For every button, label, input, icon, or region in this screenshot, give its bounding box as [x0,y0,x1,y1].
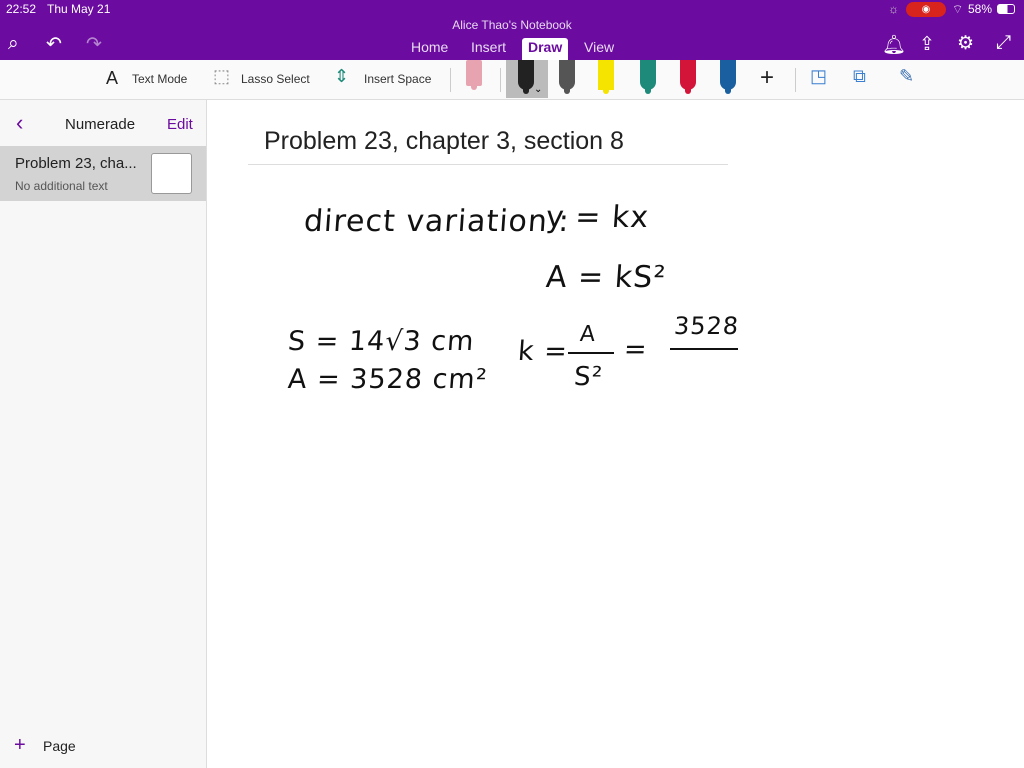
status-time: 22:52 [6,2,37,16]
page-title[interactable]: Problem 23, chapter 3, section 8 [264,127,624,156]
pen-red[interactable] [680,60,696,94]
page-thumbnail [151,153,192,194]
wifi-icon: ⌔ [952,2,964,16]
lasso-select-button[interactable]: Lasso Select [241,72,310,86]
battery-level: 58% [968,2,993,16]
section-title: Numerade [65,116,136,133]
page-item-subtitle: No additional text [15,179,108,193]
ink-fraction-bar [568,352,614,354]
ink-k-denominator: S² [572,362,604,392]
add-page-icon[interactable]: + [14,734,26,757]
pen-gray[interactable] [559,60,575,94]
insert-space-icon: ⇕ [334,66,350,86]
brightness-icon: ☼ [888,2,899,16]
chevron-down-icon[interactable]: ⌄ [534,84,542,95]
highlighter-yellow[interactable] [598,60,614,94]
ink-y-kx: y = kx [544,200,651,235]
ink-replay-icon[interactable]: ✎ [899,66,914,87]
divider [795,68,796,92]
ink-k-numerator: A [579,322,597,347]
tab-draw[interactable]: Draw [522,38,569,60]
battery-icon [997,4,1015,14]
tab-insert[interactable]: Insert [465,38,512,60]
ink-k-lhs: k = [516,336,569,367]
ink-given-s: S = 14√3 cm [286,326,476,357]
tab-view[interactable]: View [578,38,620,60]
tab-home[interactable]: Home [405,38,454,60]
divider [500,68,501,92]
insert-space-button[interactable]: Insert Space [364,72,431,86]
title-underline [248,164,728,165]
status-date: Thu May 21 [47,2,111,16]
eraser-tool[interactable] [466,60,482,90]
app-header: 22:52 Thu May 21 ☼ ◉ ⌔ 58% Alice Thao's … [0,0,1024,60]
lasso-icon: ⬚ [213,66,231,86]
edit-button[interactable]: Edit [167,116,193,133]
shapes-icon[interactable]: ◳ [810,66,827,87]
search-icon[interactable]: ⌕ [8,33,19,55]
pen-teal[interactable] [640,60,656,94]
undo-icon[interactable]: ↶ [46,33,62,56]
pen-blue[interactable] [720,60,736,94]
ink-equals: = [622,334,649,365]
fullscreen-icon[interactable]: ⤢ [996,32,1011,54]
divider [450,68,451,92]
ink-given-a: A = 3528 cm² [286,364,489,395]
ink-3528-numerator: 3528 [673,312,741,340]
note-canvas[interactable]: Problem 23, chapter 3, section 8 direct … [208,100,1024,768]
page-item-title: Problem 23, cha... [15,155,137,172]
ink-a-ks2: A = kS² [544,260,668,295]
share-icon[interactable]: ⇪ [919,33,935,56]
settings-gear-icon[interactable]: ⚙ [957,32,974,55]
back-chevron-icon[interactable]: ‹ [16,110,23,136]
page-list-item[interactable]: Problem 23, cha... No additional text [0,146,206,201]
redo-icon[interactable]: ↷ [86,33,102,56]
ink-to-shape-icon[interactable]: ⧉ [853,66,866,87]
add-page-button[interactable]: Page [43,738,76,754]
draw-toolbar: A Text Mode ⬚ Lasso Select ⇕ Insert Spac… [0,60,1024,100]
pen-black[interactable] [518,60,534,94]
notebook-title: Alice Thao's Notebook [452,18,572,32]
bell-icon[interactable]: 🔔︎ [882,33,906,57]
pages-sidebar: ‹ Numerade Edit Problem 23, cha... No ad… [0,100,207,768]
ink-fraction-bar-2 [670,348,738,350]
text-mode-icon: A [106,68,119,88]
ink-direct-variation: direct variation : [302,204,571,239]
screen-recording-icon: ◉ [906,2,946,17]
add-pen-icon[interactable]: + [760,64,774,92]
text-mode-button[interactable]: Text Mode [132,72,187,86]
